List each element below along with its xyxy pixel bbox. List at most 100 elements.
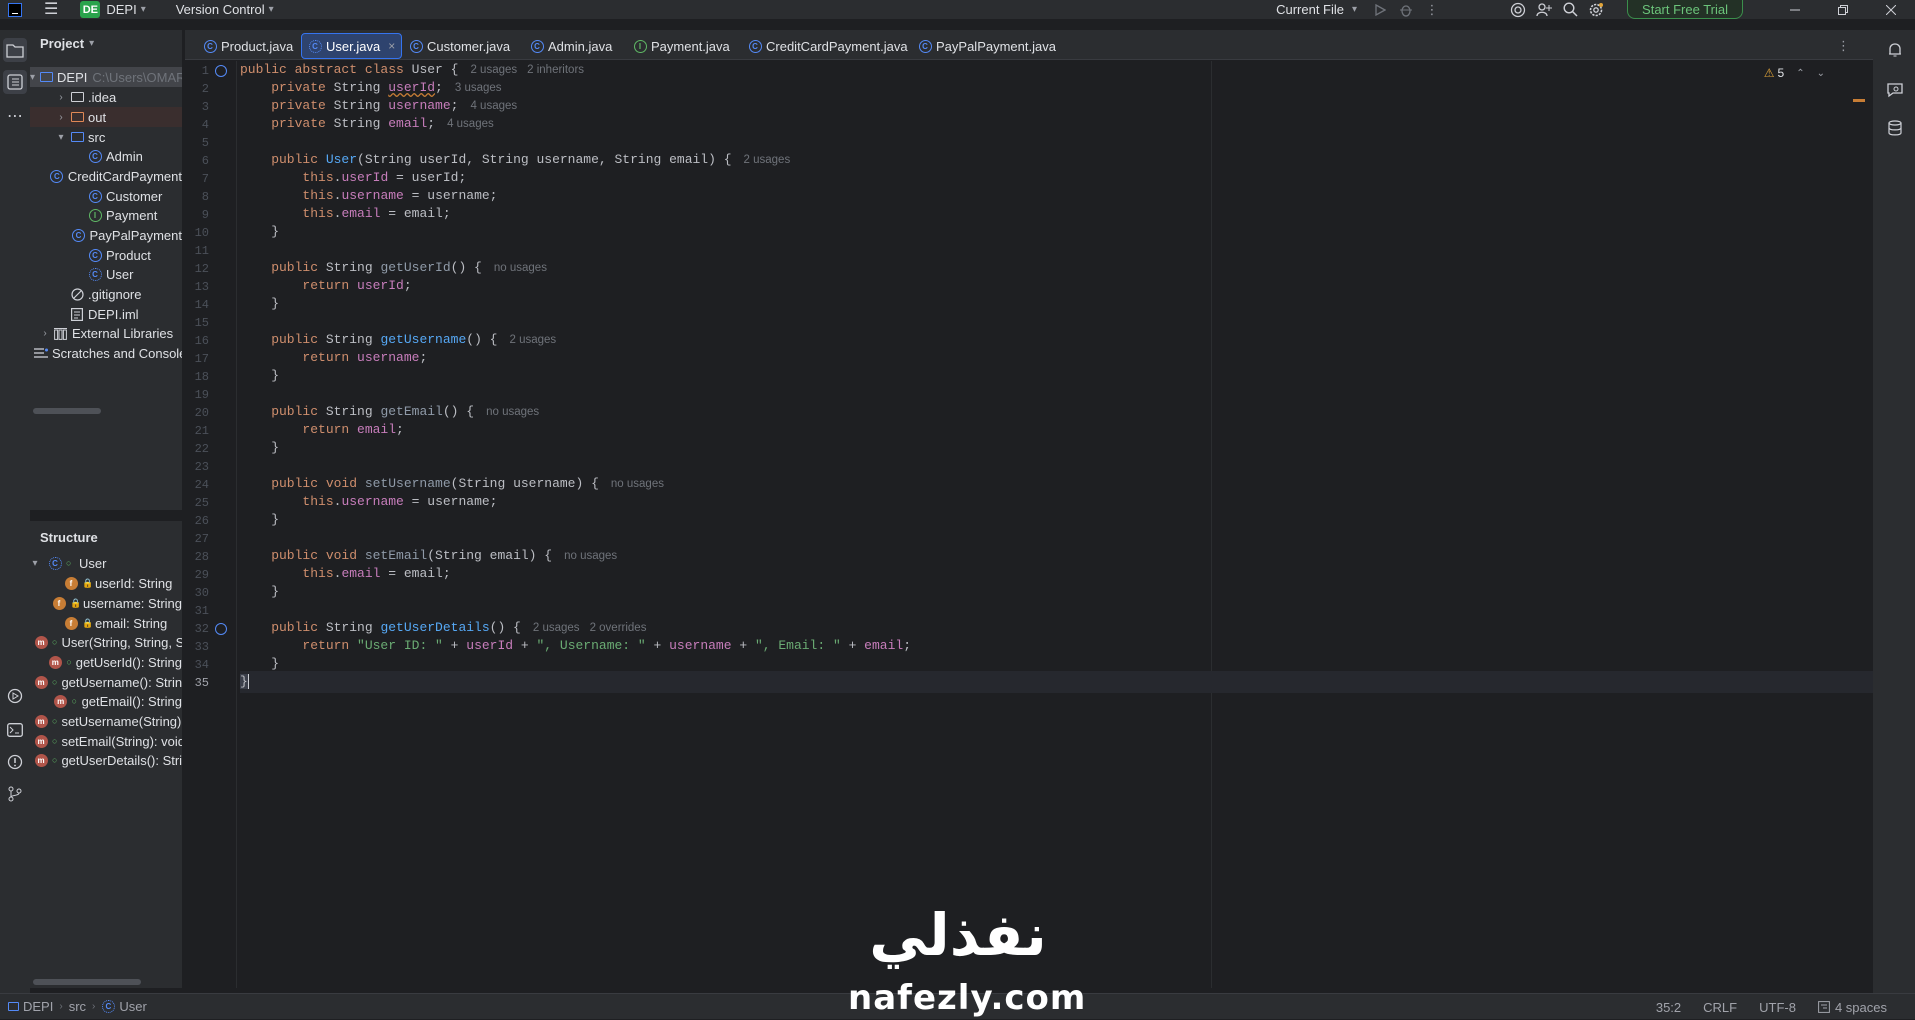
structure-method-getemail[interactable]: m ○ getEmail(): String (30, 691, 182, 711)
close-window-icon[interactable] (1867, 0, 1915, 19)
run-configuration-selector[interactable]: Current File (1276, 2, 1344, 17)
search-icon[interactable] (1557, 0, 1583, 19)
structure-field-username[interactable]: f 🔒 username: String (30, 593, 182, 613)
chevron-down-icon[interactable]: ▾ (30, 72, 35, 83)
inlay-hint[interactable]: 4 usages (470, 100, 517, 112)
structure-method-setusername[interactable]: m ○ setUsername(String): void (30, 711, 182, 731)
tab-product-java[interactable]: C Product.java (187, 33, 293, 59)
tab-customer-java[interactable]: C Customer.java (393, 33, 510, 59)
chevron-down-icon[interactable]: ▾ (30, 558, 40, 569)
more-tools-icon[interactable]: ⋯ (3, 104, 27, 128)
chevron-down-icon[interactable]: ▾ (56, 132, 66, 143)
inlay-hint[interactable]: no usages (486, 406, 539, 418)
chevron-right-icon[interactable]: › (56, 112, 66, 123)
code-line-current[interactable]: } (240, 671, 1873, 693)
settings-gear-icon[interactable] (1583, 0, 1609, 19)
inlay-hint[interactable]: no usages (494, 262, 547, 274)
maximize-icon[interactable] (1819, 0, 1867, 19)
structure-field-userid[interactable]: f 🔒 userId: String (30, 573, 182, 593)
version-control-menu[interactable]: Version Control (176, 2, 265, 17)
tree-root-depi[interactable]: ▾ DEPI C:\Users\OMAR (30, 67, 182, 87)
debug-icon[interactable] (1393, 0, 1419, 19)
inlay-hint[interactable]: no usages (611, 478, 664, 490)
code-line[interactable]: } (240, 437, 1873, 459)
notifications-bell-icon[interactable] (1885, 40, 1905, 60)
inlay-hint[interactable]: no usages (564, 550, 617, 562)
structure-method-setemail[interactable]: m ○ setEmail(String): void (30, 731, 182, 751)
project-badge[interactable]: DE (80, 1, 101, 18)
breadcrumb-src[interactable]: src (69, 999, 86, 1014)
inlay-hint[interactable]: 2 usages (533, 622, 580, 634)
tree-item-payment[interactable]: I Payment (30, 205, 182, 225)
tree-item-out[interactable]: › out (30, 107, 182, 127)
breadcrumb-class[interactable]: User (119, 999, 146, 1014)
overridden-by-icon[interactable] (215, 623, 227, 635)
git-icon[interactable] (3, 782, 27, 806)
tree-item-depi-iml[interactable]: DEPI.iml (30, 304, 182, 324)
indent-setting[interactable]: 4 spaces (1818, 1000, 1887, 1015)
inlay-hint[interactable]: 3 usages (455, 82, 502, 94)
structure-root-user[interactable]: ▾ C ○ User (30, 553, 182, 573)
inlay-hint[interactable]: 4 usages (447, 118, 494, 130)
caret-position[interactable]: 35:2 (1656, 1000, 1681, 1015)
tree-item-idea[interactable]: › .idea (30, 87, 182, 107)
tab-creditcardpayment-java[interactable]: C CreditCardPayment.java (732, 33, 908, 59)
tab-user-java[interactable]: C User.java × (301, 33, 403, 59)
tab-admin-java[interactable]: C Admin.java (514, 33, 612, 59)
ai-assistant-icon[interactable] (1505, 0, 1531, 19)
more-actions-icon[interactable]: ⋮ (1419, 0, 1445, 19)
tree-item-customer[interactable]: C Customer (30, 186, 182, 206)
code-with-me-icon[interactable] (1531, 0, 1557, 19)
project-tool-folder-icon[interactable] (3, 38, 27, 62)
tab-payment-java[interactable]: I Payment.java (617, 33, 730, 59)
structure-constructor[interactable]: m ○ User(String, String, String) (30, 632, 182, 652)
main-menu-icon[interactable]: ☰ (44, 1, 58, 18)
terminal-icon[interactable] (3, 718, 27, 742)
database-icon[interactable] (1885, 118, 1905, 138)
tab-paypalpayment-java[interactable]: C PayPalPayment.java (902, 33, 1056, 59)
problems-icon[interactable] (3, 750, 27, 774)
inlay-hint[interactable]: 2 usages (509, 334, 556, 346)
tree-item-src[interactable]: ▾ src (30, 127, 182, 147)
run-icon[interactable] (1367, 0, 1393, 19)
tree-item-scratches[interactable]: Scratches and Consoles (30, 343, 182, 363)
file-encoding[interactable]: UTF-8 (1759, 1000, 1796, 1015)
structure-method-getuserdetails[interactable]: m ○ getUserDetails(): String (30, 750, 182, 770)
structure-method-getuserid[interactable]: m ○ getUserId(): String (30, 652, 182, 672)
implemented-by-icon[interactable] (215, 65, 227, 77)
code-line[interactable]: } (240, 365, 1873, 387)
tree-item-gitignore[interactable]: .gitignore (30, 284, 182, 304)
chevron-down-icon[interactable]: ▾ (89, 38, 94, 49)
code-line[interactable]: } (240, 293, 1873, 315)
horizontal-scrollbar[interactable] (33, 408, 101, 414)
tree-item-admin[interactable]: C Admin (30, 146, 182, 166)
minimize-icon[interactable] (1771, 0, 1819, 19)
inlay-hint[interactable]: 2 usages (470, 64, 517, 76)
chevron-down-icon[interactable]: ▾ (141, 4, 146, 15)
inlay-hint[interactable]: 2 usages (744, 154, 791, 166)
tree-item-external-libraries[interactable]: › External Libraries (30, 323, 182, 343)
tree-item-user[interactable]: C User (30, 264, 182, 284)
line-separator[interactable]: CRLF (1703, 1000, 1737, 1015)
code-line[interactable]: } (240, 581, 1873, 603)
chevron-down-icon[interactable]: ▾ (269, 4, 274, 15)
code-line[interactable]: } (240, 509, 1873, 531)
code-line[interactable]: private String email; 4 usages (240, 113, 1873, 135)
start-free-trial-button[interactable]: Start Free Trial (1627, 0, 1743, 19)
breadcrumb-project[interactable]: DEPI (23, 999, 53, 1014)
services-icon[interactable] (3, 684, 27, 708)
horizontal-scrollbar[interactable] (33, 979, 141, 985)
inlay-hint[interactable]: 2 inheritors (527, 64, 584, 76)
chevron-right-icon[interactable]: › (40, 328, 50, 339)
chevron-down-icon[interactable]: ▾ (1352, 4, 1357, 15)
structure-field-email[interactable]: f 🔒 email: String (30, 613, 182, 633)
tab-options-icon[interactable]: ⋮ (1825, 33, 1850, 59)
ai-chat-icon[interactable] (1885, 80, 1905, 100)
tree-item-creditcardpayment[interactable]: C CreditCardPayment (30, 166, 182, 186)
project-panel-header[interactable]: Project ▾ (30, 30, 182, 56)
structure-method-getusername[interactable]: m ○ getUsername(): String (30, 672, 182, 692)
code-editor[interactable]: public abstract class User {2 usages 2 in… (240, 61, 1873, 988)
structure-tool-icon[interactable] (3, 70, 27, 94)
tree-item-product[interactable]: C Product (30, 245, 182, 265)
project-name[interactable]: DEPI (106, 2, 136, 17)
